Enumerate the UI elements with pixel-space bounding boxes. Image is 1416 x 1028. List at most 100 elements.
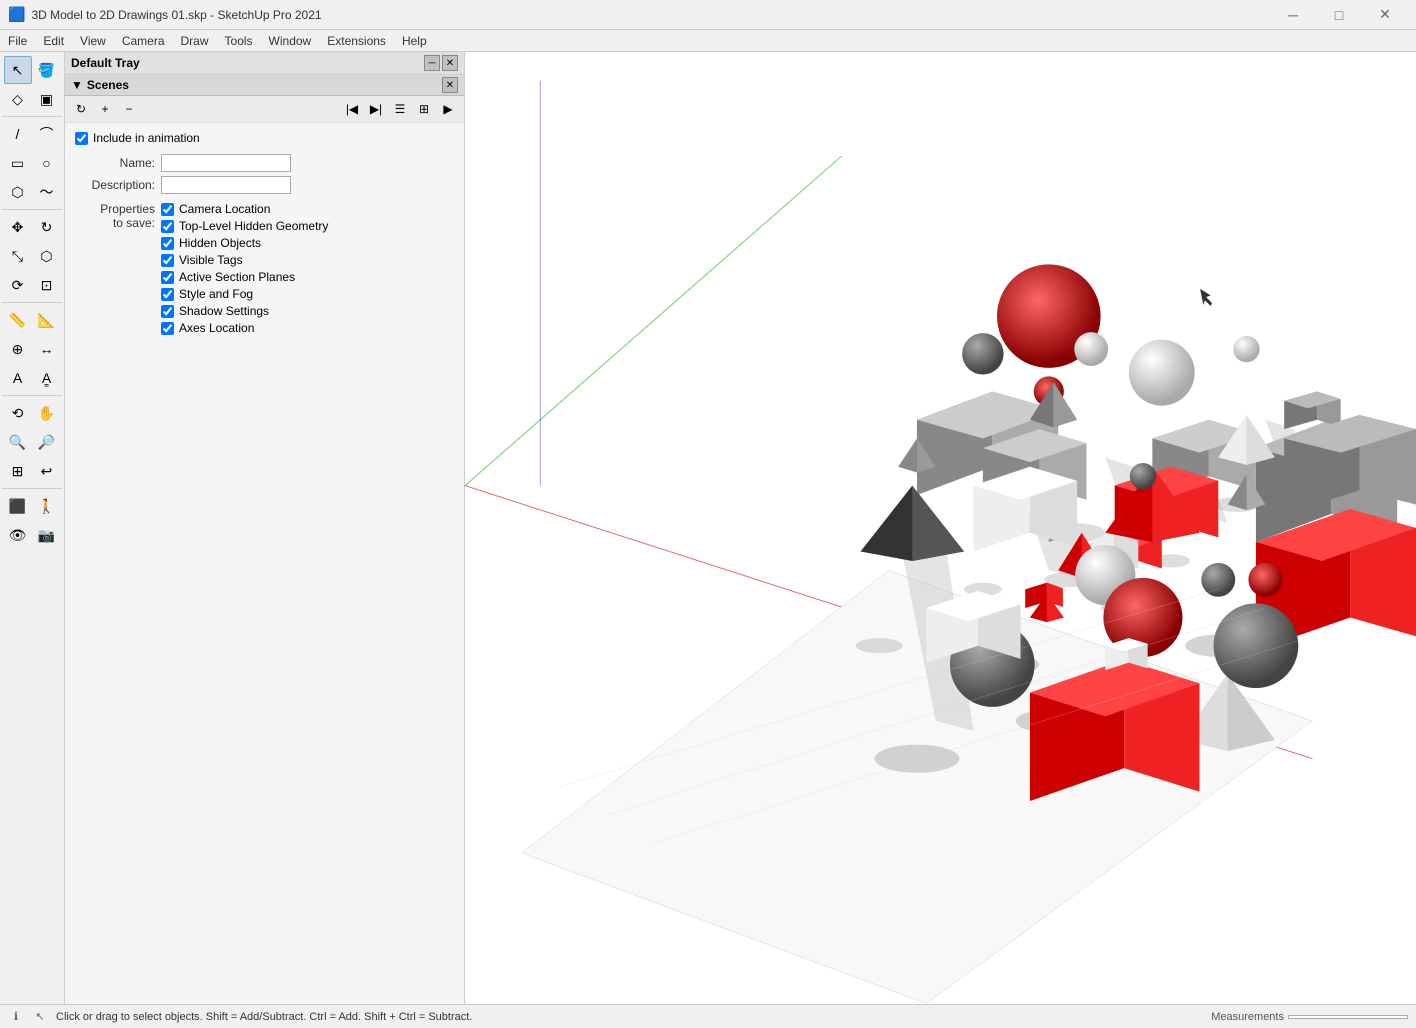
top-level-hidden-row: Top-Level Hidden Geometry	[161, 219, 328, 233]
zoomall-tool-button[interactable]: ⊞	[4, 457, 32, 485]
scenes-content: Include in animation Name: Description: …	[65, 123, 464, 1004]
viewport[interactable]	[465, 52, 1416, 1004]
orbit-tool-button[interactable]: ⟲	[4, 399, 32, 427]
measurements-box[interactable]	[1288, 1015, 1408, 1019]
scenes-title: Scenes	[87, 78, 129, 92]
move-tool-button[interactable]: ✥	[4, 213, 32, 241]
offset-tool-button[interactable]: ⊡	[33, 271, 61, 299]
zoomwindow-tool-button[interactable]: 🔎	[33, 428, 61, 456]
close-button[interactable]: ✕	[1362, 0, 1408, 30]
tool-row-zoom: 🔍 🔎	[4, 428, 61, 456]
scale-tool-button[interactable]: ⤡	[4, 242, 32, 270]
followme-tool-button[interactable]: ⟳	[4, 271, 32, 299]
window-controls: ─ □ ✕	[1270, 0, 1408, 30]
menu-tools[interactable]: Tools	[217, 30, 261, 52]
walkthrough-tool-button[interactable]: 🚶	[33, 492, 61, 520]
zoom-tool-button[interactable]: 🔍	[4, 428, 32, 456]
rect-tool-button[interactable]: ▭	[4, 149, 32, 177]
paint-tool-button[interactable]: 🪣	[33, 56, 61, 84]
menu-draw[interactable]: Draw	[173, 30, 217, 52]
left-toolbar: ↖ 🪣 ◇ ▣ / ⌒ ▭ ○ ⬡ 〜 ✥ ↻ ⤡ ⬡ ⟳	[0, 52, 65, 1004]
scenes-list-button[interactable]: ☰	[390, 99, 410, 119]
description-input[interactable]	[161, 176, 291, 194]
active-section-planes-checkbox[interactable]	[161, 271, 174, 284]
rotate-tool-button[interactable]: ↻	[33, 213, 61, 241]
scenes-collapse-arrow[interactable]: ▼	[71, 78, 83, 92]
shadow-settings-label: Shadow Settings	[179, 304, 269, 318]
scenes-thumb-button[interactable]: ⊞	[414, 99, 434, 119]
protractor-tool-button[interactable]: 📐	[33, 306, 61, 334]
measurements-label: Measurements	[1211, 1011, 1284, 1023]
tool-row-followme: ⟳ ⊡	[4, 271, 61, 299]
axes-location-checkbox[interactable]	[161, 322, 174, 335]
position-tool-button[interactable]: 📷	[33, 521, 61, 549]
scenes-right-button[interactable]: ▶|	[366, 99, 386, 119]
hidden-objects-row: Hidden Objects	[161, 236, 328, 250]
tool-row-select: ↖ 🪣	[4, 56, 61, 84]
eraser-tool-button[interactable]: ◇	[4, 85, 32, 113]
menu-view[interactable]: View	[72, 30, 114, 52]
scenes-left-button[interactable]: |◀	[342, 99, 362, 119]
name-input[interactable]	[161, 154, 291, 172]
menu-camera[interactable]: Camera	[114, 30, 173, 52]
include-animation-label: Include in animation	[93, 131, 200, 145]
tool-row-lookaround: 👁 📷	[4, 521, 61, 549]
hidden-objects-checkbox[interactable]	[161, 237, 174, 250]
visible-tags-checkbox[interactable]	[161, 254, 174, 267]
properties-section: Propertiesto save: Camera Location Top-L…	[75, 202, 454, 338]
menubar: File Edit View Camera Draw Tools Window …	[0, 30, 1416, 52]
text-tool-button[interactable]: A	[4, 364, 32, 392]
tool-row-axis: ⊕ ↔	[4, 335, 61, 363]
menu-extensions[interactable]: Extensions	[319, 30, 394, 52]
3dtext-tool-button[interactable]: A̳	[33, 364, 61, 392]
pan-tool-button[interactable]: ✋	[33, 399, 61, 427]
arc-tool-button[interactable]: ⌒	[33, 120, 61, 148]
tape-tool-button[interactable]: 📏	[4, 306, 32, 334]
tool-row-section: ⬛ 🚶	[4, 492, 61, 520]
tray-header-buttons: ─ ✕	[424, 55, 458, 71]
lookaround-tool-button[interactable]: 👁	[4, 521, 32, 549]
circle-tool-button[interactable]: ○	[33, 149, 61, 177]
tray-close-button[interactable]: ✕	[442, 55, 458, 71]
pushpull-tool-button[interactable]: ⬡	[33, 242, 61, 270]
scenes-detail-button[interactable]: ▶	[438, 99, 458, 119]
tray-header: Default Tray ─ ✕	[65, 52, 464, 75]
scenes-toolbar: ↻ + − |◀ ▶| ☰ ⊞ ▶	[65, 96, 464, 123]
select-tool-button[interactable]: ↖	[4, 56, 32, 84]
top-level-hidden-label: Top-Level Hidden Geometry	[179, 219, 328, 233]
polygon-tool-button[interactable]: ⬡	[4, 178, 32, 206]
menu-help[interactable]: Help	[394, 30, 435, 52]
tool-row-shapes: ▭ ○	[4, 149, 61, 177]
freehand-tool-button[interactable]: 〜	[33, 178, 61, 206]
menu-file[interactable]: File	[0, 30, 35, 52]
axes-tool-button[interactable]: ⊕	[4, 335, 32, 363]
tool-row-scale: ⤡ ⬡	[4, 242, 61, 270]
minimize-button[interactable]: ─	[1270, 0, 1316, 30]
line-tool-button[interactable]: /	[4, 120, 32, 148]
menu-window[interactable]: Window	[261, 30, 320, 52]
statusbar: ℹ ↖ Click or drag to select objects. Shi…	[0, 1004, 1416, 1028]
texture-tool-button[interactable]: ▣	[33, 85, 61, 113]
camera-location-checkbox[interactable]	[161, 203, 174, 216]
description-row: Description:	[75, 176, 454, 194]
tool-row-line: / ⌒	[4, 120, 61, 148]
dimension-tool-button[interactable]: ↔	[33, 335, 61, 363]
hidden-objects-label: Hidden Objects	[179, 236, 261, 250]
include-animation-checkbox[interactable]	[75, 132, 88, 145]
maximize-button[interactable]: □	[1316, 0, 1362, 30]
scenes-refresh-button[interactable]: ↻	[71, 99, 91, 119]
section-tool-button[interactable]: ⬛	[4, 492, 32, 520]
shadow-settings-checkbox[interactable]	[161, 305, 174, 318]
scenes-close-button[interactable]: ✕	[442, 77, 458, 93]
prevview-tool-button[interactable]: ↩	[33, 457, 61, 485]
scenes-delete-button[interactable]: −	[119, 99, 139, 119]
tray-pin-button[interactable]: ─	[424, 55, 440, 71]
measurements-container: Measurements	[1211, 1011, 1408, 1023]
top-level-hidden-checkbox[interactable]	[161, 220, 174, 233]
menu-edit[interactable]: Edit	[35, 30, 72, 52]
scenes-add-button[interactable]: +	[95, 99, 115, 119]
name-label: Name:	[75, 156, 155, 170]
statusbar-select-icon: ↖	[32, 1009, 48, 1025]
style-and-fog-checkbox[interactable]	[161, 288, 174, 301]
titlebar-left: 🟦 3D Model to 2D Drawings 01.skp - Sketc…	[8, 6, 322, 23]
